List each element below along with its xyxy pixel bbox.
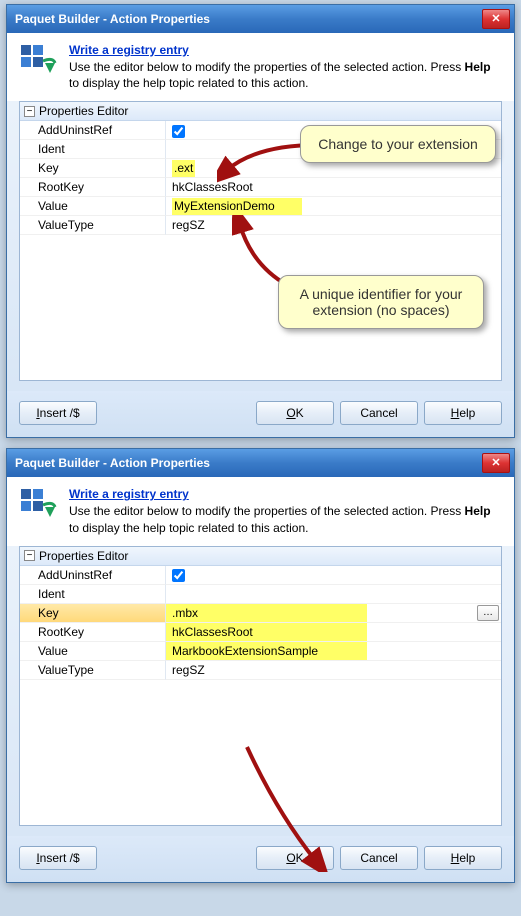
prop-label: AddUninstRef: [20, 566, 166, 585]
callout-unique-identifier: A unique identifier for your extension (…: [278, 275, 484, 329]
row-value[interactable]: Value MyExtensionDemo: [20, 197, 501, 216]
collapse-toggle[interactable]: −: [24, 550, 35, 561]
row-rootkey[interactable]: RootKey hkClassesRoot: [20, 623, 501, 642]
properties-header-label: Properties Editor: [39, 104, 128, 118]
prop-label: Key: [20, 159, 166, 178]
row-value[interactable]: Value MarkbookExtensionSample: [20, 642, 501, 661]
prop-label: Ident: [20, 585, 166, 604]
registry-icon: [19, 487, 59, 527]
prop-label: Value: [20, 197, 166, 216]
help-button[interactable]: Help: [424, 401, 502, 425]
prop-value[interactable]: hkClassesRoot: [166, 623, 501, 642]
window-title: Paquet Builder - Action Properties: [15, 449, 210, 477]
collapse-toggle[interactable]: −: [24, 106, 35, 117]
prop-label: Value: [20, 642, 166, 661]
callout-change-extension: Change to your extension: [300, 125, 496, 163]
properties-header-label: Properties Editor: [39, 549, 128, 563]
prop-value[interactable]: regSZ: [166, 216, 501, 235]
prop-label: AddUninstRef: [20, 121, 166, 140]
dialog-action-properties-2: Paquet Builder - Action Properties ✕ Wri…: [6, 448, 515, 882]
prop-label: Ident: [20, 140, 166, 159]
prop-label: Key: [20, 604, 166, 623]
header-area: Write a registry entry Use the editor be…: [7, 33, 514, 101]
row-valuetype[interactable]: ValueType regSZ: [20, 661, 501, 680]
dialog-action-properties-1: Paquet Builder - Action Properties ✕ Wri…: [6, 4, 515, 438]
adduninstref-checkbox[interactable]: [172, 125, 185, 138]
prop-value[interactable]: regSZ: [166, 661, 501, 680]
help-button[interactable]: Help: [424, 846, 502, 870]
prop-label: RootKey: [20, 623, 166, 642]
ok-button[interactable]: OK: [256, 846, 334, 870]
header-description: Use the editor below to modify the prope…: [69, 503, 502, 535]
registry-icon: [19, 43, 59, 83]
properties-editor: − Properties Editor AddUninstRef Ident K…: [19, 546, 502, 826]
header-text: Write a registry entry Use the editor be…: [69, 487, 502, 535]
button-bar: Insert /$ OK Cancel Help: [7, 836, 514, 882]
prop-label: ValueType: [20, 216, 166, 235]
header-area: Write a registry entry Use the editor be…: [7, 477, 514, 545]
header-description: Use the editor below to modify the prope…: [69, 59, 502, 91]
ok-button[interactable]: OK: [256, 401, 334, 425]
titlebar: Paquet Builder - Action Properties ✕: [7, 449, 514, 477]
button-bar: Insert /$ OK Cancel Help: [7, 391, 514, 437]
insert-button[interactable]: Insert /$: [19, 846, 97, 870]
adduninstref-checkbox[interactable]: [172, 569, 185, 582]
window-title: Paquet Builder - Action Properties: [15, 5, 210, 33]
titlebar: Paquet Builder - Action Properties ✕: [7, 5, 514, 33]
header-text: Write a registry entry Use the editor be…: [69, 43, 502, 91]
prop-value[interactable]: MyExtensionDemo: [166, 197, 501, 216]
content-area: − Properties Editor AddUninstRef Ident K…: [7, 546, 514, 836]
close-button[interactable]: ✕: [482, 9, 510, 29]
header-link[interactable]: Write a registry entry: [69, 487, 189, 501]
prop-value[interactable]: .mbx …: [166, 604, 501, 623]
properties-header: − Properties Editor: [20, 102, 501, 121]
row-ident[interactable]: Ident: [20, 585, 501, 604]
cancel-button[interactable]: Cancel: [340, 846, 418, 870]
row-adduninstref[interactable]: AddUninstRef: [20, 566, 501, 585]
row-valuetype[interactable]: ValueType regSZ: [20, 216, 501, 235]
prop-value[interactable]: MarkbookExtensionSample: [166, 642, 501, 661]
prop-value[interactable]: hkClassesRoot: [166, 178, 501, 197]
insert-button[interactable]: Insert /$: [19, 401, 97, 425]
close-button[interactable]: ✕: [482, 453, 510, 473]
prop-value[interactable]: [166, 585, 501, 604]
ellipsis-button[interactable]: …: [477, 605, 499, 621]
cancel-button[interactable]: Cancel: [340, 401, 418, 425]
prop-label: ValueType: [20, 661, 166, 680]
properties-header: − Properties Editor: [20, 547, 501, 566]
row-rootkey[interactable]: RootKey hkClassesRoot: [20, 178, 501, 197]
header-link[interactable]: Write a registry entry: [69, 43, 189, 57]
row-key[interactable]: Key .mbx …: [20, 604, 501, 623]
prop-label: RootKey: [20, 178, 166, 197]
